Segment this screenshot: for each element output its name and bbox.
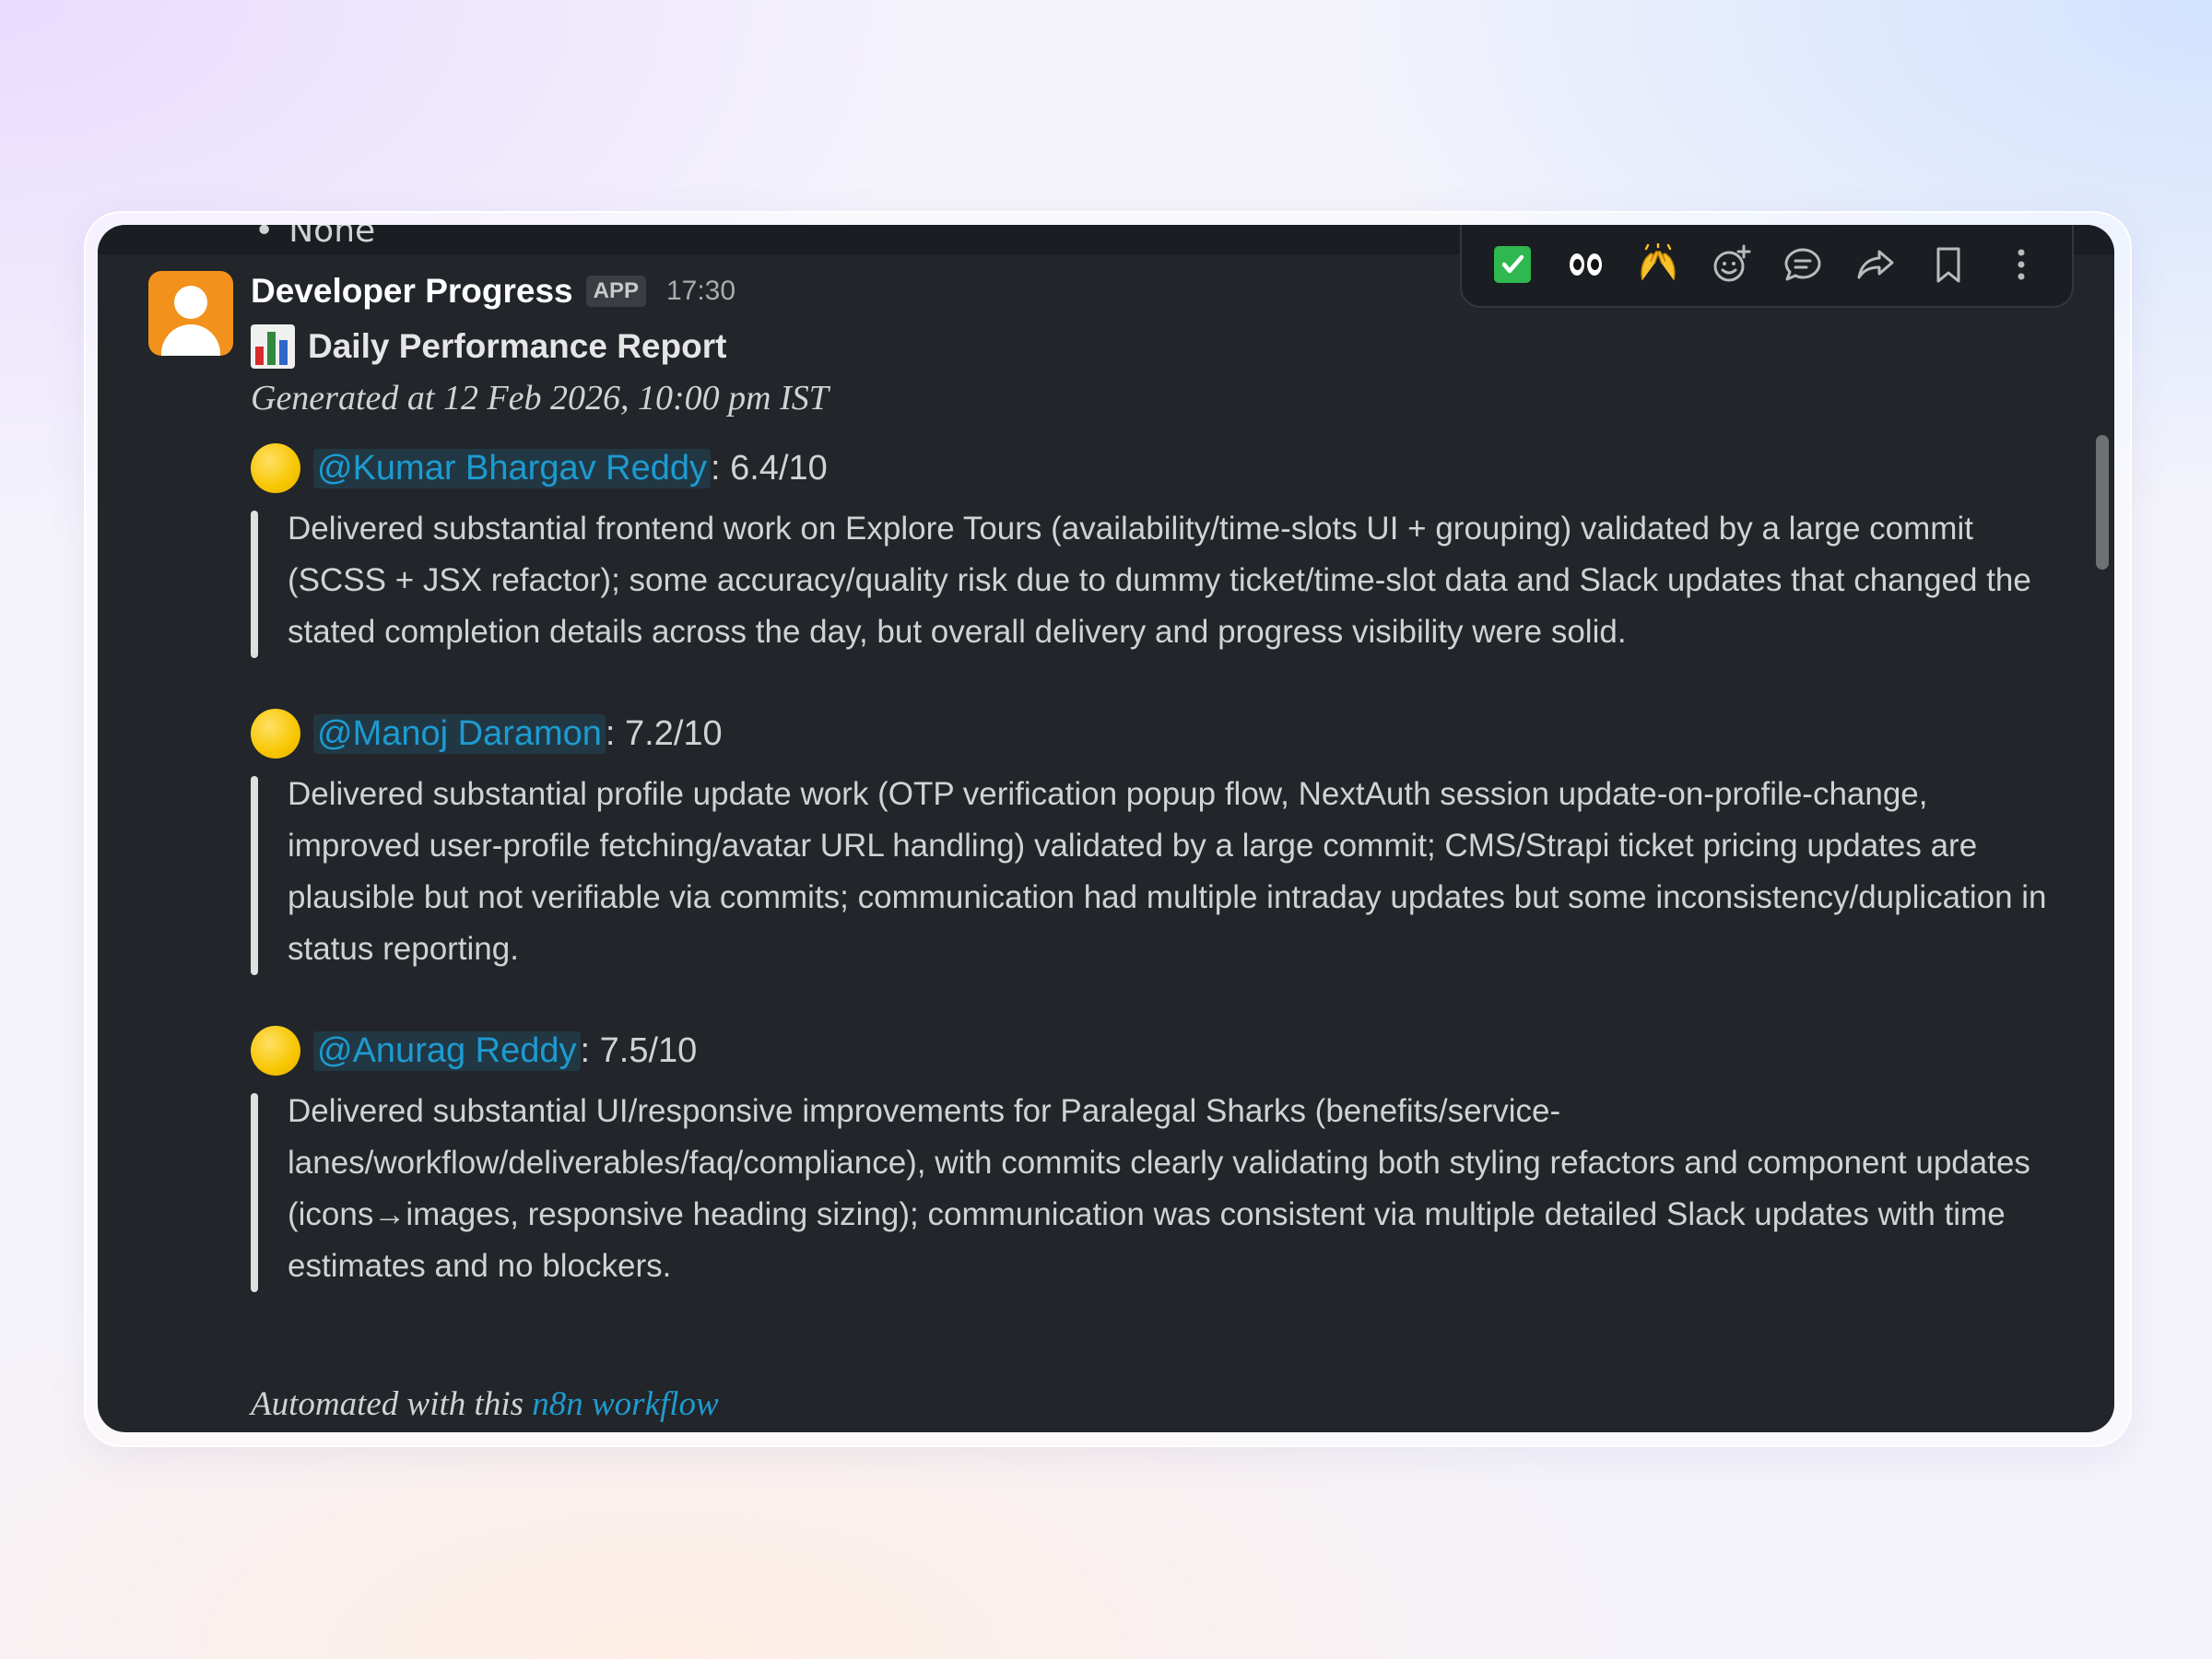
developer-heading: @Kumar Bhargav Reddy : 6.4/10 (251, 441, 2057, 496)
save-for-later-button[interactable] (1921, 237, 1976, 292)
developer-summary: Delivered substantial profile update wor… (251, 769, 2057, 975)
developer-score: : 7.5/10 (580, 1030, 698, 1070)
app-badge: APP (585, 276, 646, 307)
white-check-mark-icon (1494, 246, 1532, 283)
raised-hands-icon (1641, 243, 1676, 281)
scrollbar-thumb[interactable] (2096, 435, 2109, 570)
developer-entry: @Anurag Reddy : 7.5/10 Delivered substan… (251, 1023, 2057, 1292)
yellow-circle-icon (251, 1026, 300, 1076)
developer-summary: Delivered substantial frontend work on E… (251, 503, 2057, 658)
previous-message-text: • None (254, 225, 375, 250)
reply-in-thread-icon (1784, 248, 1821, 281)
react-check-button[interactable] (1485, 237, 1540, 292)
more-actions-icon (2018, 249, 2025, 280)
developer-heading: @Anurag Reddy : 7.5/10 (251, 1023, 2057, 1078)
more-actions-button[interactable] (1994, 237, 2049, 292)
share-icon (1857, 250, 1894, 279)
yellow-circle-icon (251, 443, 300, 493)
developer-entry: @Manoj Daramon : 7.2/10 Delivered substa… (251, 706, 2057, 975)
footer-note: Automated with this n8n workflow (251, 1384, 2057, 1424)
add-reaction-icon (1713, 244, 1751, 282)
report-title: Daily Performance Report (251, 321, 2057, 372)
developer-entry: @Kumar Bhargav Reddy : 6.4/10 Delivered … (251, 441, 2057, 658)
message: Developer Progress APP 17:30 Daily Perfo… (251, 265, 2057, 1424)
yellow-circle-icon (251, 709, 300, 759)
add-reaction-button[interactable] (1703, 237, 1759, 292)
reply-in-thread-button[interactable] (1775, 237, 1830, 292)
avatar-body (161, 324, 220, 356)
message-timestamp[interactable]: 17:30 (666, 276, 735, 307)
footer-text: Automated with this (251, 1385, 533, 1423)
bar-chart-icon (251, 324, 295, 369)
developer-score: : 6.4/10 (711, 448, 828, 488)
sender-name[interactable]: Developer Progress (251, 272, 573, 311)
message-pane: • None Developer Progress APP 17:30 Daily… (98, 225, 2114, 1432)
save-bookmark-icon (1936, 247, 1960, 283)
user-mention[interactable]: @Anurag Reddy (313, 1030, 581, 1071)
bullet: • (254, 225, 275, 250)
developer-heading: @Manoj Daramon : 7.2/10 (251, 706, 2057, 761)
avatar[interactable] (148, 271, 233, 356)
avatar-head (174, 286, 207, 319)
report-title-text: Daily Performance Report (308, 327, 727, 365)
user-mention[interactable]: @Kumar Bhargav Reddy (313, 448, 711, 488)
react-eyes-button[interactable] (1558, 237, 1613, 292)
generated-at: Generated at 12 Feb 2026, 10:00 pm IST (251, 379, 829, 418)
message-actions-toolbar (1460, 225, 2074, 308)
eyes-icon (1569, 253, 1602, 276)
share-message-button[interactable] (1848, 237, 1903, 292)
user-mention[interactable]: @Manoj Daramon (313, 713, 606, 754)
previous-message-value: None (288, 225, 376, 250)
developer-summary: Delivered substantial UI/responsive impr… (251, 1086, 2057, 1292)
developer-score: : 7.2/10 (605, 713, 723, 753)
n8n-workflow-link[interactable]: n8n workflow (532, 1385, 719, 1423)
react-raised-hands-button[interactable] (1630, 237, 1686, 292)
